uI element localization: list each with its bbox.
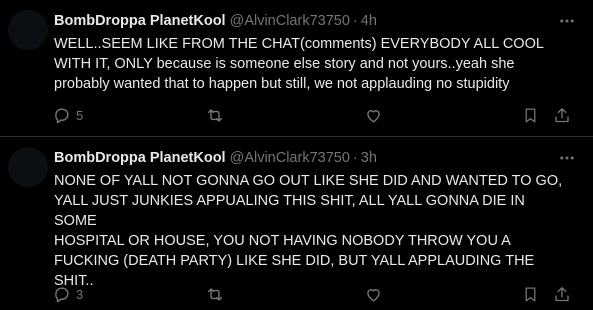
display-name[interactable]: BombDroppa PlanetKool: [54, 150, 226, 166]
reply-count: 3: [76, 286, 84, 302]
share-button[interactable]: [553, 284, 571, 304]
retweet-button[interactable]: [205, 284, 225, 304]
bookmark-button[interactable]: [522, 105, 539, 125]
retweet-button[interactable]: [205, 105, 225, 125]
share-icon: [553, 285, 571, 304]
retweet-icon: [205, 285, 225, 304]
like-button[interactable]: [364, 105, 383, 125]
timeline: BombDroppa PlanetKool @AlvinClark73750 · 4h…: [0, 0, 593, 310]
user-handle[interactable]: @AlvinClark73750: [230, 150, 350, 166]
reply-icon: [52, 106, 71, 125]
timestamp[interactable]: 3h: [361, 150, 377, 166]
display-name[interactable]: BombDroppa PlanetKool: [54, 13, 226, 29]
reply-button[interactable]: 5: [52, 105, 83, 125]
like-button[interactable]: [364, 284, 383, 304]
bookmark-icon: [522, 106, 539, 125]
heart-icon: [364, 285, 383, 304]
avatar[interactable]: [8, 10, 48, 50]
tweet[interactable]: BombDroppa PlanetKool @AlvinClark73750 · 3h…: [0, 137, 593, 310]
bookmark-button[interactable]: [522, 284, 539, 304]
tweet-header: BombDroppa PlanetKool @AlvinClark73750 · 4h: [54, 12, 553, 30]
reply-button[interactable]: 3: [52, 284, 83, 304]
heart-icon: [364, 106, 383, 125]
bookmark-icon: [522, 285, 539, 304]
tweet-actions: 5: [0, 105, 593, 125]
retweet-icon: [205, 106, 225, 125]
more-icon[interactable]: [557, 12, 577, 30]
user-handle[interactable]: @AlvinClark73750: [230, 13, 350, 29]
avatar[interactable]: [8, 147, 48, 187]
reply-icon: [52, 285, 71, 304]
separator-dot: ·: [352, 150, 358, 166]
share-button[interactable]: [553, 105, 571, 125]
reply-count: 5: [76, 107, 84, 123]
share-icon: [553, 106, 571, 125]
more-icon[interactable]: [557, 149, 577, 167]
separator-dot: ·: [352, 13, 358, 29]
tweet-actions: 3: [0, 284, 593, 304]
tweet-text: WELL..SEEM LIKE FROM THE CHAT(comments) …: [54, 36, 544, 92]
timestamp[interactable]: 4h: [361, 13, 377, 29]
tweet-text: NONE OF YALL NOT GONNA GO OUT LIKE SHE D…: [54, 173, 563, 289]
tweet[interactable]: BombDroppa PlanetKool @AlvinClark73750 · 4h…: [0, 0, 593, 137]
tweet-header: BombDroppa PlanetKool @AlvinClark73750 · 3h: [54, 149, 553, 167]
